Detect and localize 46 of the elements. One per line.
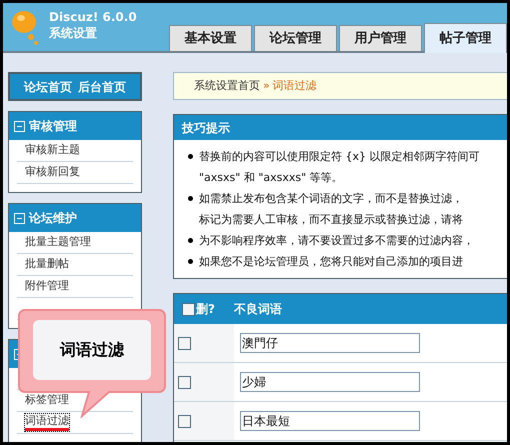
row-checkbox[interactable] — [178, 336, 191, 350]
breadcrumb-current: 词语过滤 — [272, 78, 317, 94]
menu-section-header[interactable]: 论坛维护 — [9, 204, 141, 232]
tips-title: 技巧提示 — [182, 120, 230, 136]
bullet-icon — [188, 196, 193, 201]
word-input[interactable]: 少婦 — [240, 372, 420, 392]
column-header: 删? — [196, 301, 215, 318]
nav-tab[interactable]: 用户管理 — [339, 25, 422, 51]
tip-text: 标记为需要人工审核，而不直接显示或替换过滤，请将 — [199, 212, 463, 228]
bullet-icon — [188, 154, 193, 159]
collapse-icon[interactable] — [14, 120, 25, 132]
app-subtitle: 系统设置 — [49, 25, 98, 41]
select-all-checkbox[interactable] — [182, 302, 195, 316]
tip-text: "axsxs" 和 "axsxxs" 等等。 — [199, 170, 344, 186]
bullet-icon — [188, 238, 193, 243]
app-name: Discuz! 6.0.0 — [49, 9, 137, 25]
callout-text: 词语过滤 — [58, 339, 125, 361]
bullet-icon — [188, 259, 193, 264]
tip-text: 如果您不是论坛管理员，您将只能对自己添加的项目进 — [199, 254, 463, 270]
menu-section-title: 论坛维护 — [29, 210, 77, 227]
menu-section-title: 审核管理 — [29, 118, 77, 135]
menu-item[interactable]: 批量删帖 — [25, 256, 69, 273]
column-header: 不良词语 — [234, 301, 282, 318]
collapse-icon[interactable] — [14, 212, 25, 224]
menu-item[interactable]: 审核新回复 — [25, 164, 80, 181]
breadcrumb-link[interactable]: 系统设置首页 — [194, 78, 260, 94]
word-input[interactable]: 日本最短 — [240, 411, 420, 431]
menu-item[interactable]: 附件管理 — [25, 278, 69, 295]
menu-item[interactable]: 词语过滤 — [25, 414, 69, 431]
row-checkbox[interactable] — [178, 376, 191, 388]
menu-item[interactable]: 审核新主题 — [25, 142, 80, 159]
word-input[interactable]: 澳門仔 — [240, 333, 420, 353]
tip-text: 为不影响程序效率，请不要设置过多不需要的过滤内容， — [199, 233, 474, 249]
nav-tab[interactable]: 基本设置 — [169, 25, 252, 51]
menu-item[interactable]: 批量主题管理 — [25, 234, 91, 251]
quick-link[interactable]: 论坛首页 — [24, 78, 72, 96]
row-checkbox[interactable] — [178, 414, 191, 428]
menu-section-header[interactable]: 审核管理 — [9, 112, 141, 140]
nav-tab[interactable]: 论坛管理 — [254, 25, 337, 51]
breadcrumb-separator: » — [263, 78, 270, 94]
tip-text: 替换前的内容可以使用限定符 {x} 以限定相邻两字符间可 — [199, 149, 480, 165]
nav-tab[interactable]: 帖子管理 — [424, 23, 507, 53]
tip-text: 如需禁止发布包含某个词语的文字，而不是替换过滤， — [199, 191, 463, 207]
quick-link[interactable]: 后台首页 — [78, 78, 126, 96]
lightbulb-logo-icon — [11, 9, 41, 47]
menu-item[interactable]: 标签管理 — [25, 392, 69, 409]
